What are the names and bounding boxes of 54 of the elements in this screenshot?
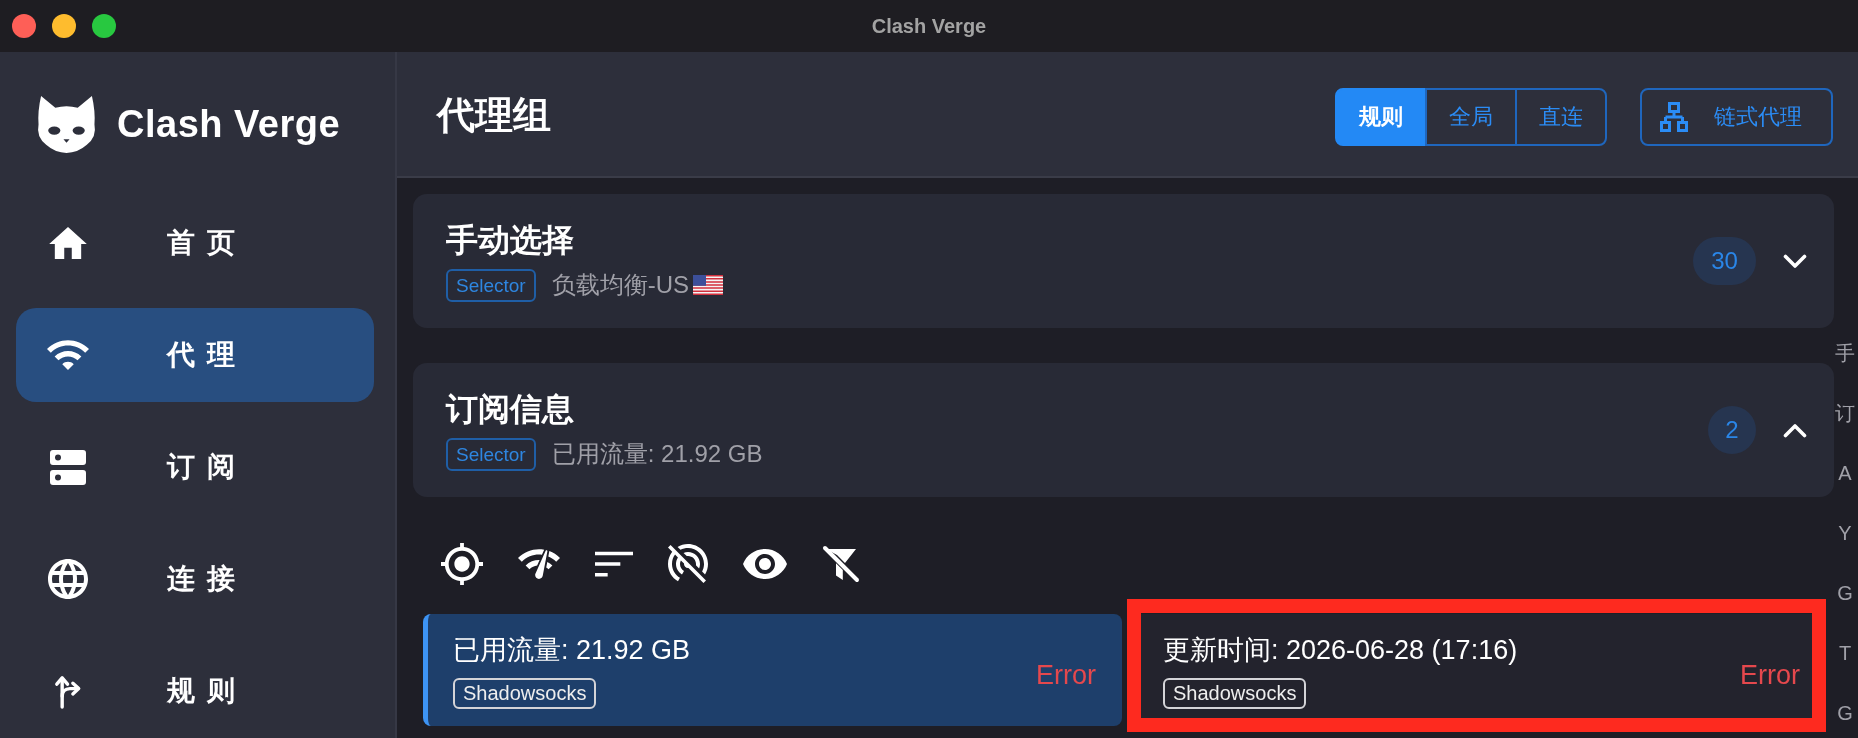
signal-off-icon[interactable] [668, 544, 708, 584]
proxy-group-card[interactable]: 手动选择 Selector 负载均衡-US 30 [413, 194, 1834, 328]
fork-arrow-icon [54, 673, 82, 709]
index-letter[interactable]: A [1834, 461, 1856, 485]
home-icon [49, 227, 87, 259]
app-name: Clash Verge [117, 103, 341, 146]
index-letter[interactable]: T [1834, 641, 1856, 665]
nav-item[interactable]: 首页 [16, 196, 374, 290]
close-icon[interactable] [12, 14, 36, 38]
mode-tab[interactable]: 全局 [1425, 88, 1517, 146]
index-letter[interactable]: G [1834, 581, 1856, 605]
minimize-icon[interactable] [52, 14, 76, 38]
proxy-group-card[interactable]: 订阅信息 Selector 已用流量: 21.92 GB 2 [413, 363, 1834, 497]
sort-icon[interactable] [595, 551, 633, 577]
nav-item[interactable]: 连接 [16, 532, 374, 626]
nav-item[interactable]: 规则 [16, 644, 374, 738]
globe-icon [48, 559, 88, 599]
maximize-icon[interactable] [92, 14, 116, 38]
proxy-count-badge: 2 [1708, 406, 1756, 454]
page-title: 代理组 [437, 92, 552, 138]
index-letter[interactable]: 手 [1834, 341, 1856, 365]
group-type-tag: Selector [446, 268, 536, 302]
hierarchy-icon [1660, 102, 1688, 132]
nav-item[interactable]: 订阅 [16, 420, 374, 514]
chain-proxy-button[interactable]: 链式代理 [1640, 88, 1833, 146]
proxy-name: 更新时间: 2026-06-28 (17:16) [1163, 633, 1518, 667]
group-name: 手动选择 [446, 220, 575, 259]
nav-item[interactable]: 代理 [16, 308, 374, 402]
filter-off-icon[interactable] [822, 545, 860, 583]
current-proxy-text: 已用流量: 21.92 GB [551, 439, 763, 469]
gauge-icon[interactable] [518, 549, 560, 579]
chevron-up-icon[interactable] [1783, 422, 1807, 438]
window-title: Clash Verge [871, 14, 987, 38]
wifi-icon [47, 340, 89, 370]
group-name: 订阅信息 [446, 389, 575, 428]
target-icon[interactable] [441, 543, 483, 585]
delay-text: Error [1740, 659, 1800, 691]
delay-text: Error [1036, 659, 1096, 691]
group-type-tag: Selector [446, 437, 536, 471]
chevron-down-icon[interactable] [1783, 253, 1807, 269]
current-proxy-text: 负载均衡-US [551, 270, 690, 300]
mode-tab[interactable]: 直连 [1515, 88, 1607, 146]
index-letter[interactable]: Y [1834, 521, 1856, 545]
proxy-type-tag: Shadowsocks [1163, 677, 1307, 709]
mode-tab[interactable]: 规则 [1335, 88, 1427, 146]
index-letter[interactable]: 订 [1834, 401, 1856, 425]
proxy-name: 已用流量: 21.92 GB [453, 633, 691, 667]
server-icon [50, 449, 86, 485]
cat-logo-icon [36, 96, 97, 153]
proxy-count-badge: 30 [1693, 237, 1756, 285]
eye-icon[interactable] [743, 549, 787, 579]
index-letter[interactable]: G [1834, 701, 1856, 725]
proxy-card[interactable]: 已用流量: 21.92 GB Shadowsocks Error [423, 614, 1122, 726]
proxy-type-tag: Shadowsocks [453, 677, 597, 709]
